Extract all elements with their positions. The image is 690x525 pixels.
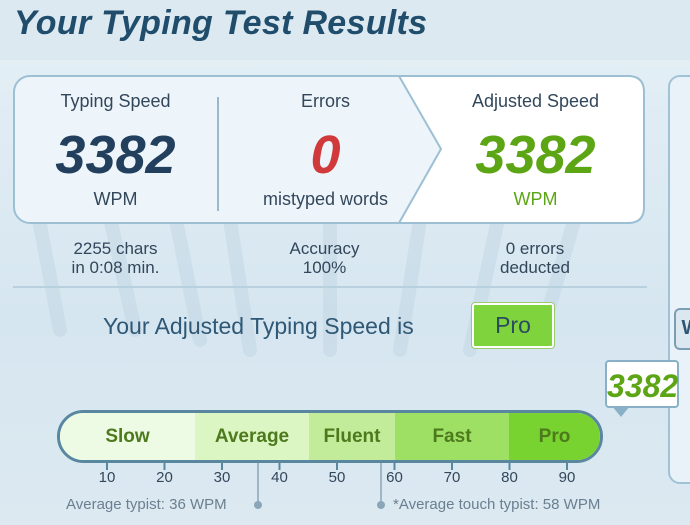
scale-tick-label: 90 xyxy=(558,469,576,486)
page-title: Your Typing Test Results xyxy=(14,4,428,42)
chars-count: 2255 chars xyxy=(73,239,158,258)
errors-stat: Errors 0 mistyped words xyxy=(243,75,408,224)
adjusted-speed-label: Adjusted Speed xyxy=(471,91,600,111)
scale-segment-fast: Fast xyxy=(395,413,510,460)
chars-stat: 2255 chars in 0:08 min. xyxy=(48,239,183,277)
stat-divider xyxy=(217,97,219,211)
accuracy-label: Accuracy xyxy=(289,239,360,258)
speed-marker-value: 3382 xyxy=(607,368,679,404)
scale-segment-pro: Pro xyxy=(509,413,600,460)
results-panel: Typing Speed 3382 WPM Errors 0 mistyped … xyxy=(13,75,645,224)
touch-typist-note: *Average touch typist: 58 WPM xyxy=(393,496,601,513)
time-taken: in 0:08 min. xyxy=(71,258,160,277)
average-typist-note: Average typist: 36 WPM xyxy=(66,496,227,513)
section-divider xyxy=(13,286,647,288)
scale-tick-label: 60 xyxy=(386,469,403,486)
scale-tick-label: 30 xyxy=(213,469,231,486)
scale-tick-label: 20 xyxy=(156,469,173,486)
accuracy-stat: Accuracy 100% xyxy=(262,239,387,277)
speed-scale-bar: Slow Average Fluent Fast Pro xyxy=(57,410,603,463)
side-badge: W xyxy=(674,308,690,350)
adjusted-speed-unit: WPM xyxy=(513,189,558,209)
scale-segment-fluent: Fluent xyxy=(309,413,396,460)
scale-tick-label: 70 xyxy=(443,469,461,486)
typing-speed-label: Typing Speed xyxy=(60,91,171,111)
scale-segment-average: Average xyxy=(195,413,310,460)
adjusted-speed-stat: Adjusted Speed 3382 WPM xyxy=(433,75,638,224)
scale-tick-label: 80 xyxy=(501,469,518,486)
typing-speed-unit: WPM xyxy=(93,189,138,209)
adjusted-speed-text: Your Adjusted Typing Speed is xyxy=(103,313,414,339)
errors-unit: mistyped words xyxy=(262,189,389,209)
scale-tick-label: 10 xyxy=(98,469,116,486)
typing-speed-stat: Typing Speed 3382 WPM xyxy=(13,75,218,224)
deducted-label: deducted xyxy=(500,258,570,277)
side-panel xyxy=(668,75,690,484)
speed-marker-pointer xyxy=(612,406,630,417)
errors-value: 0 xyxy=(310,125,341,185)
errors-label: Errors xyxy=(301,91,350,111)
errors-deducted: 0 errors xyxy=(505,239,565,258)
scale-segment-slow: Slow xyxy=(60,413,196,460)
deducted-stat: 0 errors deducted xyxy=(470,239,600,277)
speed-scale: Slow Average Fluent Fast Pro xyxy=(57,410,603,463)
adjusted-speed-value: 3382 xyxy=(475,125,596,185)
typing-speed-value: 3382 xyxy=(55,125,176,185)
accuracy-value: 100% xyxy=(302,258,347,277)
scale-tick-label: 40 xyxy=(271,469,288,486)
speed-level-badge: Pro xyxy=(472,303,554,348)
scale-tick-label: 50 xyxy=(328,469,346,486)
speed-marker-bubble: 3382 xyxy=(605,360,679,417)
